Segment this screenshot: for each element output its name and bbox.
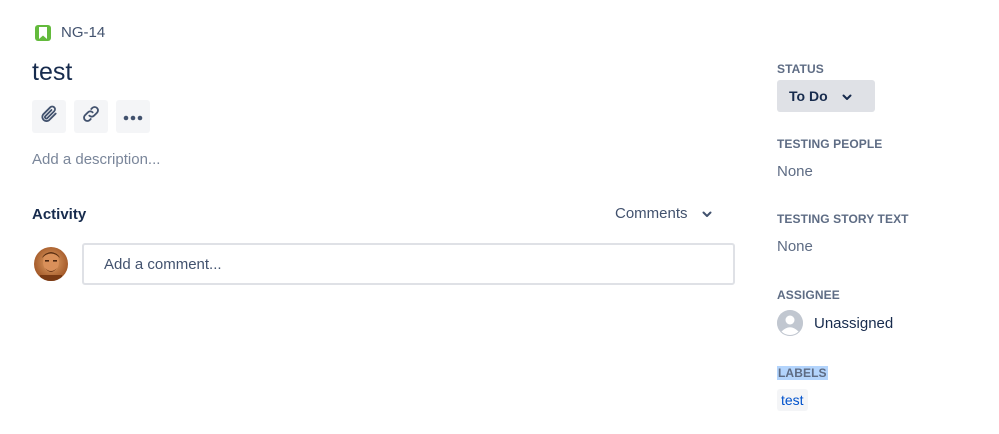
more-actions-button[interactable] bbox=[116, 100, 150, 133]
status-value: To Do bbox=[789, 88, 828, 104]
assignee-label: ASSIGNEE bbox=[777, 288, 840, 302]
testing-story-text-label: TESTING STORY TEXT bbox=[777, 212, 909, 226]
assignee-field[interactable]: Unassigned bbox=[777, 310, 893, 336]
label-chip[interactable]: test bbox=[777, 389, 808, 411]
assignee-value: Unassigned bbox=[814, 314, 894, 332]
labels-label: LABELS bbox=[777, 366, 828, 380]
attach-button[interactable] bbox=[32, 100, 66, 133]
description-field[interactable]: Add a description... bbox=[32, 151, 160, 168]
issue-summary[interactable]: test bbox=[32, 58, 72, 87]
attachment-icon bbox=[39, 104, 59, 129]
issue-toolbar bbox=[32, 100, 150, 133]
issue-key[interactable]: NG-14 bbox=[61, 24, 105, 41]
story-type-icon bbox=[35, 24, 51, 41]
chevron-down-icon bbox=[842, 88, 852, 104]
more-icon bbox=[123, 108, 143, 126]
testing-people-label: TESTING PEOPLE bbox=[777, 137, 883, 151]
chevron-down-icon bbox=[702, 205, 712, 222]
testing-people-value[interactable]: None bbox=[777, 163, 813, 180]
activity-heading: Activity bbox=[32, 206, 87, 223]
issue-key-row: NG-14 bbox=[35, 24, 105, 41]
status-label: STATUS bbox=[777, 62, 824, 76]
add-comment-placeholder: Add a comment... bbox=[104, 255, 222, 273]
unassigned-avatar-icon bbox=[777, 310, 803, 336]
activity-filter-label: Comments bbox=[615, 205, 688, 222]
status-dropdown[interactable]: To Do bbox=[777, 80, 875, 112]
link-icon bbox=[81, 104, 101, 129]
issue-view: NG-14 test Add a description... Activity… bbox=[0, 0, 999, 434]
activity-filter-dropdown[interactable]: Comments bbox=[615, 205, 712, 222]
add-comment-input[interactable]: Add a comment... bbox=[82, 243, 735, 285]
labels-label-text: LABELS bbox=[777, 366, 828, 380]
testing-story-text-value[interactable]: None bbox=[777, 238, 813, 255]
link-issue-button[interactable] bbox=[74, 100, 108, 133]
current-user-avatar[interactable] bbox=[34, 247, 68, 281]
